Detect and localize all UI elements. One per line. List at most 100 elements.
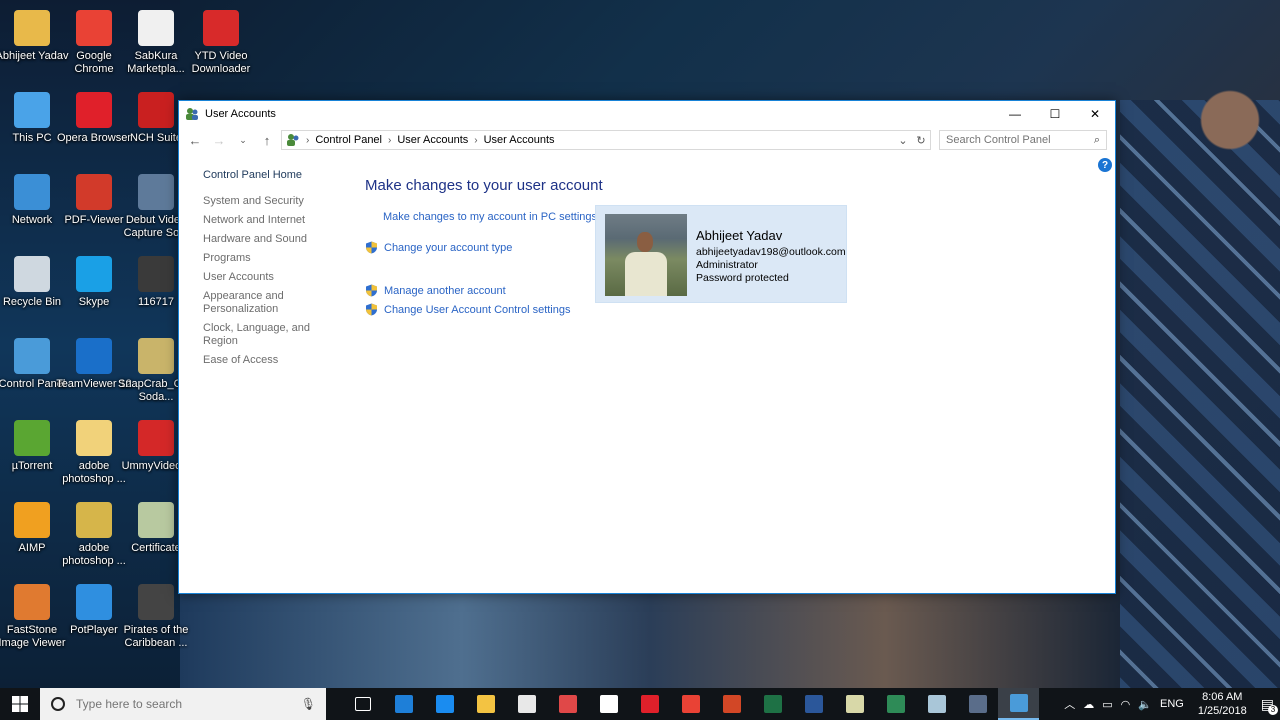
task-view-icon [354, 697, 371, 711]
uac-shield-icon [366, 241, 377, 254]
wallpaper-figure [1180, 40, 1280, 240]
address-bar[interactable]: › Control Panel › User Accounts › User A… [281, 130, 931, 150]
refresh-icon[interactable]: ↻ [912, 134, 930, 147]
taskbar-app[interactable] [793, 688, 834, 720]
photo-icon [138, 256, 174, 292]
start-button[interactable] [0, 688, 40, 720]
title-bar[interactable]: User Accounts — ☐ ✕ [179, 101, 1115, 127]
taskbar-app[interactable] [670, 688, 711, 720]
debut-icon [138, 174, 174, 210]
show-hidden-icons-chevron-icon[interactable]: ︿ [1064, 696, 1075, 712]
search-input[interactable] [946, 134, 1094, 146]
control-panel-icon [14, 338, 50, 374]
pc-settings-link-row: Make changes to my account in PC setting… [383, 211, 597, 223]
change-account-type-link[interactable]: Change your account type [384, 242, 512, 254]
breadcrumb-control-panel[interactable]: Control Panel [315, 134, 382, 146]
desktop-icon-label: YTD Video Downloader [191, 50, 251, 75]
nav-system-and-security[interactable]: System and Security [203, 195, 343, 208]
edge-icon [394, 695, 413, 713]
uac-shield-icon [366, 284, 377, 297]
nav-programs[interactable]: Programs [203, 252, 343, 265]
taskbar-app[interactable] [424, 688, 465, 720]
breadcrumb-user-accounts[interactable]: User Accounts [397, 134, 468, 146]
onedrive-icon[interactable]: ☁ [1083, 698, 1094, 711]
powerpoint-icon [722, 695, 741, 713]
nav-ease-of-access[interactable]: Ease of Access [203, 354, 343, 367]
maximize-button[interactable]: ☐ [1035, 101, 1075, 127]
taskbar-apps [342, 688, 1039, 720]
notification-count-badge: 3 [1268, 704, 1278, 715]
taskbar-app[interactable] [465, 688, 506, 720]
address-dropdown-chevron-icon[interactable]: ⌄ [894, 134, 912, 147]
user-accounts-window: User Accounts — ☐ ✕ ← → ⌄ ↑ › Control Pa… [178, 100, 1116, 594]
recent-locations-chevron-icon[interactable]: ⌄ [233, 130, 253, 150]
page-heading: Make changes to your user account [365, 177, 603, 194]
breadcrumb-separator: › [306, 134, 310, 146]
taskbar-app[interactable] [342, 688, 383, 720]
ummy-icon [138, 420, 174, 456]
microphone-icon[interactable]: 🎙 [301, 697, 316, 711]
user-folder-icon [14, 10, 50, 46]
messenger-icon [435, 695, 454, 713]
skype-icon [76, 256, 112, 292]
pc-settings-link[interactable]: Make changes to my account in PC setting… [383, 211, 597, 223]
certificate-icon [138, 502, 174, 538]
ytd-icon [203, 10, 239, 46]
chrome-icon [681, 695, 700, 713]
nav-network-and-internet[interactable]: Network and Internet [203, 214, 343, 227]
taskbar-app[interactable] [834, 688, 875, 720]
nav-appearance-and-personalization[interactable]: Appearance and Personalization [203, 290, 293, 316]
aimp-icon [14, 502, 50, 538]
taskbar-app[interactable] [875, 688, 916, 720]
close-button[interactable]: ✕ [1075, 101, 1115, 127]
account-type-link-row: Change your account type [365, 241, 512, 254]
wifi-icon[interactable]: ◠ [1121, 698, 1131, 711]
user-accounts-icon [186, 108, 198, 120]
account-card: Abhijeet Yadav abhijeetyadav198@outlook.… [595, 205, 847, 303]
cortana-icon[interactable] [50, 696, 66, 712]
desktop-icon-label: Pirates of the Caribbean ... [123, 624, 189, 649]
taskbar-search-box[interactable]: 🎙 [40, 688, 326, 720]
language-indicator[interactable]: ENG [1160, 698, 1184, 710]
uac-settings-link-row: Change User Account Control settings [365, 303, 571, 316]
search-box[interactable]: ⌕ [939, 130, 1107, 150]
desktop-icon[interactable]: YTD Video Downloader [183, 10, 259, 76]
back-arrow-icon[interactable]: ← [185, 130, 205, 150]
taskbar-app[interactable] [547, 688, 588, 720]
action-center-icon[interactable]: ▤ 3 [1261, 696, 1278, 715]
mail-icon [599, 695, 618, 713]
media-icon [968, 695, 987, 713]
taskbar-search-input[interactable] [76, 697, 276, 711]
taskbar-app[interactable] [383, 688, 424, 720]
network-icon [14, 174, 50, 210]
volume-icon[interactable]: 🔈 [1138, 698, 1152, 711]
taskbar-app[interactable] [629, 688, 670, 720]
up-arrow-icon[interactable]: ↑ [257, 130, 277, 150]
faststone-icon [14, 584, 50, 620]
file-icon [138, 10, 174, 46]
taskbar-app[interactable] [588, 688, 629, 720]
taskbar-app[interactable] [916, 688, 957, 720]
nav-clock-language-region[interactable]: Clock, Language, and Region [203, 322, 343, 348]
gift-icon [558, 695, 577, 713]
breadcrumb-user-accounts-current[interactable]: User Accounts [484, 134, 555, 146]
taskbar-app[interactable] [752, 688, 793, 720]
minimize-button[interactable]: — [995, 101, 1035, 127]
change-uac-settings-link[interactable]: Change User Account Control settings [384, 304, 571, 316]
clock[interactable]: 8:06 AM 1/25/2018 [1192, 690, 1253, 718]
manage-another-account-link[interactable]: Manage another account [384, 285, 506, 297]
address-toolbar: ← → ⌄ ↑ › Control Panel › User Accounts … [179, 127, 1115, 153]
pdf-icon [76, 174, 112, 210]
nav-hardware-and-sound[interactable]: Hardware and Sound [203, 233, 343, 246]
help-icon[interactable]: ? [1098, 158, 1112, 172]
taskbar-app[interactable] [957, 688, 998, 720]
forward-arrow-icon[interactable]: → [209, 130, 229, 150]
search-icon[interactable]: ⌕ [1094, 134, 1100, 147]
taskbar-app[interactable] [711, 688, 752, 720]
taskbar-app[interactable] [506, 688, 547, 720]
potplayer-icon [76, 584, 112, 620]
nav-control-panel-home[interactable]: Control Panel Home [203, 169, 343, 181]
nav-user-accounts[interactable]: User Accounts [203, 271, 343, 284]
battery-icon[interactable]: ▭ [1102, 698, 1112, 711]
taskbar-app[interactable] [998, 688, 1039, 720]
